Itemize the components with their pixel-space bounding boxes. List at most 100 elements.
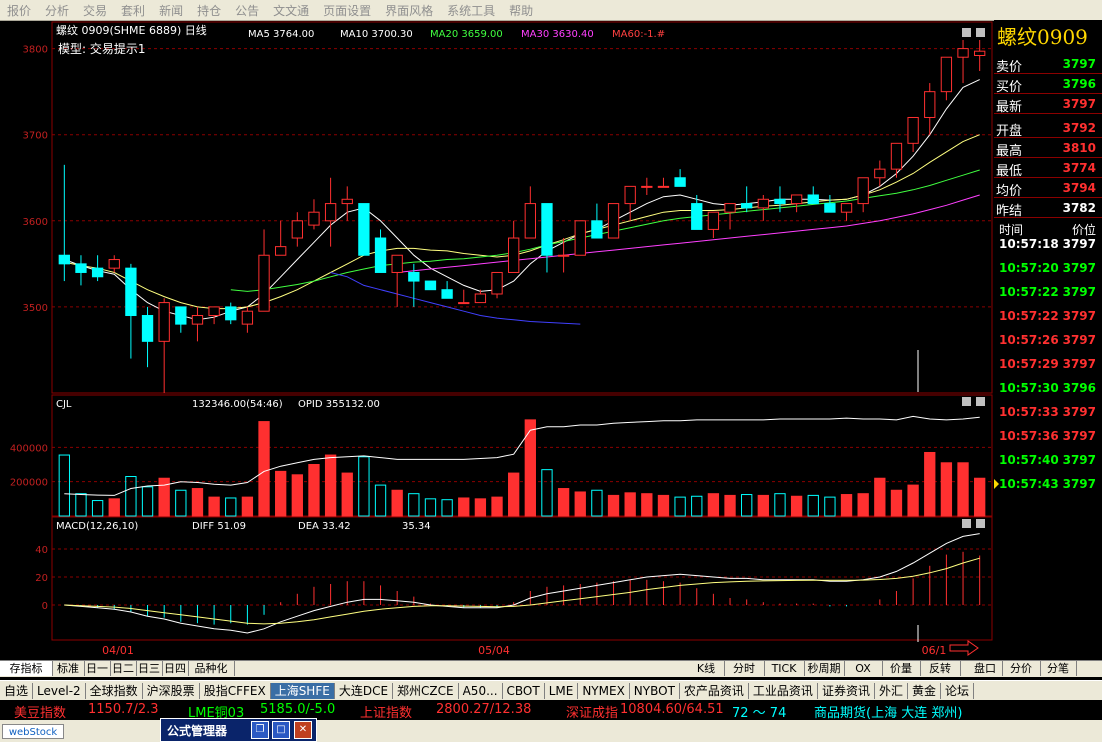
volume-bar: [924, 451, 936, 517]
tab-right-6[interactable]: 反转: [920, 661, 961, 676]
market-tab[interactable]: 外汇: [875, 683, 908, 699]
menu-item[interactable]: 持仓: [190, 2, 228, 19]
tab-right-7[interactable]: 盘口: [968, 661, 1003, 676]
panel-shrink-icon[interactable]: [962, 519, 971, 528]
market-tab[interactable]: 证券资讯: [818, 683, 875, 699]
window-title: 公式管理器: [167, 724, 228, 738]
volume-bar: [624, 492, 636, 517]
menu-item[interactable]: 套利: [114, 2, 152, 19]
market-tab[interactable]: 郑州CZCE: [393, 683, 459, 699]
market-tab[interactable]: 工业品资讯: [749, 683, 818, 699]
menu-item[interactable]: 交易: [76, 2, 114, 19]
scroll-right-icon[interactable]: [949, 640, 979, 656]
panel-shrink-icon[interactable]: [962, 28, 971, 37]
tab-right-8[interactable]: 分价: [1002, 661, 1041, 676]
volume-bar: [324, 454, 337, 517]
candle: [907, 116, 919, 152]
volume-axis-label: 200000: [10, 478, 48, 489]
ma20-label: MA20 3659.00: [430, 29, 503, 40]
tab-left-3[interactable]: 日二: [110, 661, 137, 676]
menu-item[interactable]: 帮助: [502, 2, 540, 19]
ma60-label: MA60:-1.#: [612, 29, 665, 40]
panel-expand-icon[interactable]: [976, 397, 985, 406]
macd-axis-label: 20: [35, 573, 48, 584]
tick-row: 10:57:33 3797: [994, 402, 1102, 422]
market-tab[interactable]: 上海SHFE: [270, 683, 335, 699]
dea-value: DEA 33.42: [298, 521, 351, 532]
ma5-label: MA5 3764.00: [248, 29, 314, 40]
quote-row: 昨结 3782: [994, 198, 1102, 219]
menu-item[interactable]: 文文通: [266, 2, 316, 19]
volume-bar: [557, 488, 570, 517]
market-tab[interactable]: 大连DCE: [335, 683, 394, 699]
tab-right-1[interactable]: 分时: [724, 661, 765, 676]
market-tab[interactable]: 股指CFFEX: [200, 683, 271, 699]
chart-area: 3800 3700 3600 3500 螺纹 0909(SHME 6889) 日线 MA5…: [10, 21, 993, 657]
candle: [624, 185, 636, 221]
price-axis-label: 3500: [23, 303, 48, 314]
tick-time: 10:57:18: [999, 237, 1059, 251]
menu-item[interactable]: 公告: [228, 2, 266, 19]
tab-left-4[interactable]: 日三: [136, 661, 163, 676]
tab-left-6[interactable]: 品种化: [188, 661, 235, 676]
candle: [324, 177, 337, 247]
menu-item[interactable]: 界面风格: [378, 2, 440, 19]
market-tab[interactable]: 农产品资讯: [680, 683, 749, 699]
menu-item[interactable]: 分析: [38, 2, 76, 19]
market-tab[interactable]: 自选: [0, 683, 34, 699]
panel-shrink-icon[interactable]: [962, 397, 971, 406]
tab-right-0[interactable]: K线: [688, 661, 725, 676]
market-tab[interactable]: NYMEX: [578, 683, 630, 699]
menu-item[interactable]: 新闻: [152, 2, 190, 19]
menu-item[interactable]: 报价: [0, 2, 38, 19]
date-axis-label: 04/01: [102, 644, 134, 657]
close-icon[interactable]: ✕: [294, 721, 312, 739]
tick-price: 3797: [1062, 453, 1096, 467]
market-tab[interactable]: 全球指数: [86, 683, 143, 699]
tab-right-9[interactable]: 分笔: [1040, 661, 1077, 676]
market-tab[interactable]: CBOT: [503, 683, 545, 699]
market-tab[interactable]: 黄金: [908, 683, 941, 699]
candle: [824, 194, 836, 213]
tab-left-2[interactable]: 日一: [84, 661, 111, 676]
quote-value: 3810: [1062, 141, 1096, 155]
tab-left-5[interactable]: 日四: [162, 661, 189, 676]
tab-right-2[interactable]: TICK: [764, 661, 805, 676]
market-tab[interactable]: A50...: [459, 683, 503, 699]
ticker-item: 10804.60/64.51: [620, 702, 724, 717]
ticker-item: 1150.7/2.3: [88, 702, 159, 717]
volume-bar: [974, 477, 986, 517]
macd-axis-label: 40: [35, 545, 48, 556]
candle: [574, 220, 586, 256]
ticker-item: 72 ～ 74: [732, 706, 787, 721]
formula-manager-window[interactable]: 公式管理器 ❐ □ ✕: [160, 718, 317, 742]
market-tab[interactable]: 沪深股票: [143, 683, 200, 699]
model-label: 模型: 交易提示1: [58, 41, 146, 56]
tab-left-0[interactable]: 存指标: [0, 661, 53, 676]
tick-time: 10:57:26: [999, 333, 1059, 347]
candle: [75, 255, 87, 286]
maximize-icon[interactable]: □: [272, 721, 290, 739]
candle: [391, 254, 403, 307]
panel-expand-icon[interactable]: [976, 519, 985, 528]
tab-left-1[interactable]: 标准: [52, 661, 85, 676]
volume-bar: [275, 470, 287, 517]
price-axis-label: 3700: [23, 131, 48, 142]
market-tab[interactable]: NYBOT: [630, 683, 680, 699]
tick-row: 10:57:20 3797: [994, 258, 1102, 278]
panel-expand-icon[interactable]: [976, 28, 985, 37]
market-tab[interactable]: Level-2: [33, 683, 86, 699]
tick-row: 10:57:22 3797: [994, 306, 1102, 326]
market-tab[interactable]: LME: [545, 683, 579, 699]
restore-icon[interactable]: ❐: [251, 721, 269, 739]
menu-item[interactable]: 页面设置: [316, 2, 378, 19]
volume-bar: [141, 486, 154, 517]
candle: [424, 280, 437, 291]
tab-right-4[interactable]: OX: [844, 661, 883, 676]
volume-bar: [907, 484, 919, 517]
menu-item[interactable]: 系统工具: [440, 2, 502, 19]
volume-bar: [890, 489, 903, 517]
tab-right-3[interactable]: 秒周期: [804, 661, 845, 676]
market-tab[interactable]: 论坛: [941, 683, 974, 699]
tab-right-5[interactable]: 价量: [882, 661, 921, 676]
